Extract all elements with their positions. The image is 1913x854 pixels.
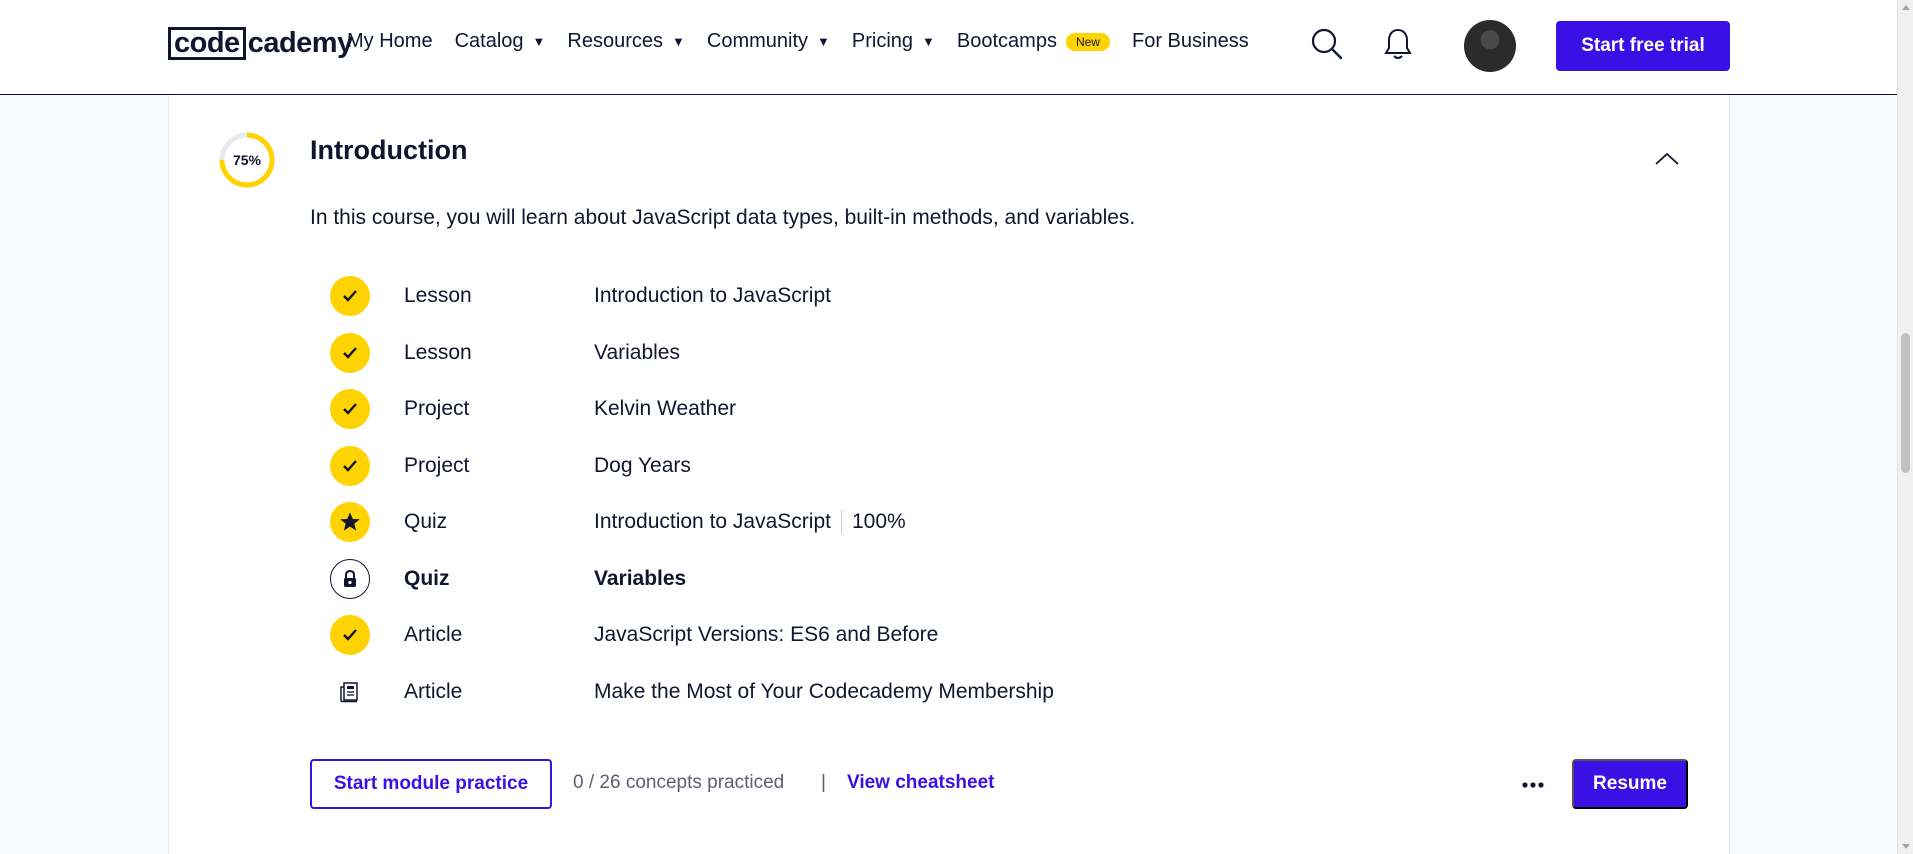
main-nav: My Home Catalog ▼ Resources ▼ Community … bbox=[347, 30, 1271, 53]
item-name-text: Kelvin Weather bbox=[594, 397, 737, 420]
list-item[interactable]: Quiz Variables bbox=[330, 557, 1330, 601]
resume-button[interactable]: Resume bbox=[1572, 759, 1688, 809]
nav-pricing[interactable]: Pricing ▼ bbox=[852, 30, 935, 53]
item-name[interactable]: Make the Most of Your Codecademy Members… bbox=[594, 680, 1054, 704]
item-name-text: Introduction to JavaScript bbox=[594, 510, 831, 533]
bell-icon[interactable] bbox=[1381, 27, 1415, 61]
list-item[interactable]: Lesson Introduction to JavaScript bbox=[330, 274, 1330, 318]
item-name-text: Dog Years bbox=[594, 454, 691, 477]
list-item[interactable]: Article JavaScript Versions: ES6 and Bef… bbox=[330, 613, 1330, 657]
nav-label: My Home bbox=[347, 30, 433, 52]
check-icon bbox=[330, 333, 370, 373]
start-module-practice-button[interactable]: Start module practice bbox=[310, 759, 552, 809]
check-icon bbox=[330, 389, 370, 429]
check-icon bbox=[330, 615, 370, 655]
footer-separator: | bbox=[821, 772, 826, 793]
check-icon bbox=[330, 446, 370, 486]
item-name[interactable]: Variables bbox=[594, 341, 680, 365]
view-cheatsheet-link[interactable]: View cheatsheet bbox=[847, 772, 995, 794]
new-badge: New bbox=[1065, 32, 1110, 51]
nav-label: Resources bbox=[567, 30, 663, 52]
item-name[interactable]: JavaScript Versions: ES6 and Before bbox=[594, 623, 938, 647]
site-header: code cademy My Home Catalog ▼ Resources … bbox=[0, 0, 1897, 95]
page-scrollbar[interactable] bbox=[1897, 0, 1913, 854]
item-name-text: Variables bbox=[594, 567, 687, 590]
item-name-text: JavaScript Versions: ES6 and Before bbox=[594, 623, 939, 646]
nav-label: Catalog bbox=[454, 30, 524, 52]
list-item[interactable]: Quiz Introduction to JavaScript 100% bbox=[330, 500, 1330, 544]
codecademy-logo[interactable]: code cademy bbox=[168, 26, 353, 60]
logo-rest-text: cademy bbox=[247, 26, 354, 59]
more-options-icon[interactable] bbox=[1518, 770, 1548, 800]
logo-code-text: code bbox=[168, 26, 246, 60]
progress-percent: 75% bbox=[232, 152, 262, 168]
item-type: Article bbox=[404, 680, 463, 703]
caret-down-icon: ▼ bbox=[672, 34, 685, 49]
lock-icon bbox=[330, 559, 370, 599]
item-type: Lesson bbox=[404, 284, 472, 307]
chevron-up-icon[interactable] bbox=[1654, 150, 1680, 166]
scroll-up-arrow-icon[interactable] bbox=[1902, 5, 1910, 10]
nav-catalog[interactable]: Catalog ▼ bbox=[455, 30, 546, 53]
nav-community[interactable]: Community ▼ bbox=[707, 30, 830, 53]
item-name[interactable]: Kelvin Weather bbox=[594, 397, 736, 421]
list-item[interactable]: Article Make the Most of Your Codecademy… bbox=[330, 670, 1330, 714]
nav-resources[interactable]: Resources ▼ bbox=[567, 30, 684, 53]
caret-down-icon: ▼ bbox=[922, 34, 935, 49]
item-name-text: Make the Most of Your Codecademy Members… bbox=[594, 680, 1054, 703]
scroll-thumb[interactable] bbox=[1901, 333, 1910, 473]
nav-for-business[interactable]: For Business bbox=[1132, 30, 1249, 53]
item-name-text: Introduction to JavaScript bbox=[594, 284, 831, 307]
nav-label: Community bbox=[706, 30, 809, 52]
item-name[interactable]: Introduction to JavaScript 100% bbox=[594, 510, 906, 534]
article-icon bbox=[330, 672, 370, 712]
quiz-score: 100% bbox=[851, 510, 906, 533]
star-icon bbox=[330, 502, 370, 542]
item-type: Project bbox=[404, 397, 470, 420]
item-type: Lesson bbox=[404, 341, 472, 364]
nav-label: Pricing bbox=[851, 30, 914, 52]
item-type: Quiz bbox=[404, 567, 450, 590]
module-title: Introduction bbox=[310, 135, 468, 165]
list-item[interactable]: Lesson Variables bbox=[330, 331, 1330, 375]
scroll-down-arrow-icon[interactable] bbox=[1902, 844, 1910, 849]
nav-bootcamps[interactable]: Bootcamps New bbox=[957, 30, 1110, 53]
score-divider bbox=[840, 510, 842, 534]
caret-down-icon: ▼ bbox=[817, 34, 830, 49]
item-name[interactable]: Dog Years bbox=[594, 454, 691, 478]
nav-my-home[interactable]: My Home bbox=[347, 30, 433, 53]
user-avatar[interactable] bbox=[1464, 20, 1516, 72]
nav-label: Bootcamps bbox=[956, 30, 1057, 52]
list-item[interactable]: Project Kelvin Weather bbox=[330, 387, 1330, 431]
start-free-trial-button[interactable]: Start free trial bbox=[1556, 21, 1730, 71]
caret-down-icon: ▼ bbox=[532, 34, 546, 49]
item-type: Project bbox=[404, 454, 470, 477]
item-name[interactable]: Introduction to JavaScript bbox=[594, 284, 831, 308]
module-description: In this course, you will learn about Jav… bbox=[310, 206, 1136, 229]
check-icon bbox=[330, 276, 370, 316]
list-item[interactable]: Project Dog Years bbox=[330, 444, 1330, 488]
item-type: Quiz bbox=[404, 510, 448, 533]
item-name-text: Variables bbox=[594, 341, 680, 364]
item-type: Article bbox=[404, 623, 463, 646]
nav-label: For Business bbox=[1131, 30, 1249, 52]
search-icon[interactable] bbox=[1310, 27, 1344, 61]
concepts-practiced-count: 0 / 26 concepts practiced bbox=[573, 772, 785, 793]
item-name[interactable]: Variables bbox=[594, 567, 686, 591]
